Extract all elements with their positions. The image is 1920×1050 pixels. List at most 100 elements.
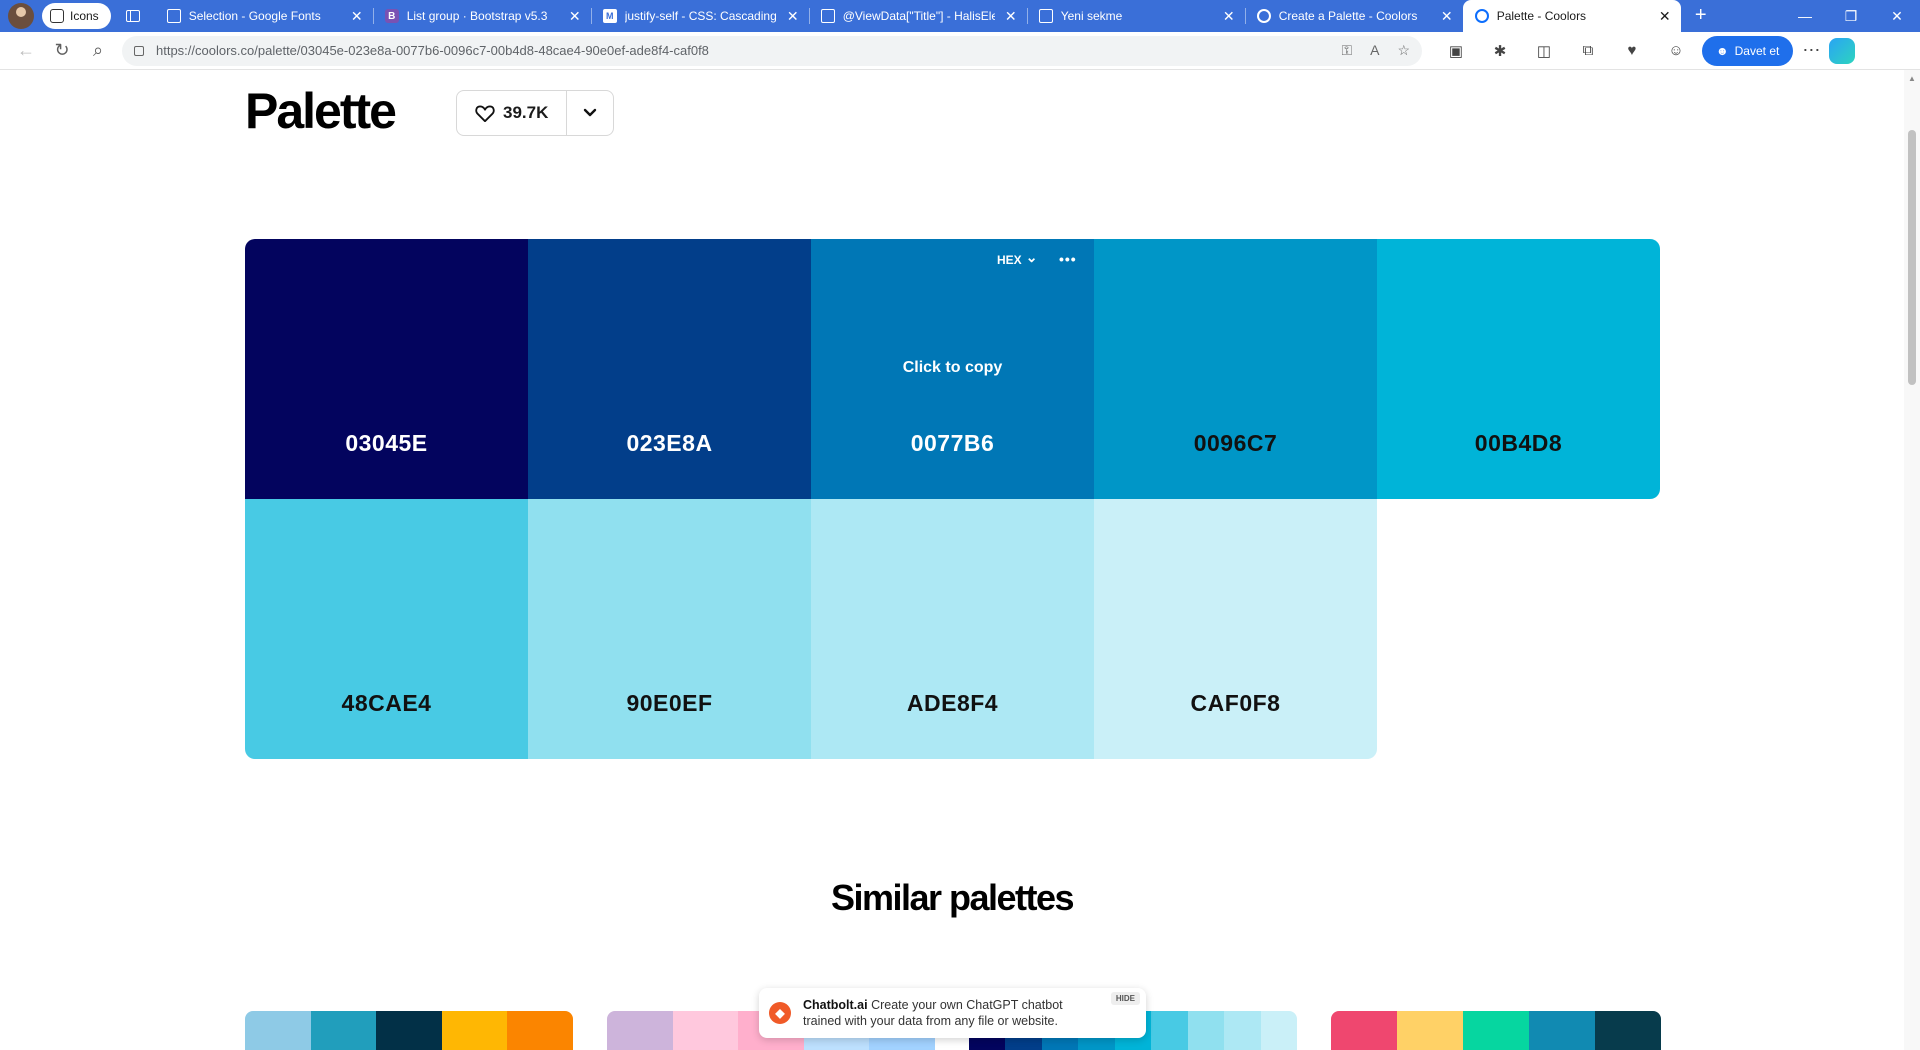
minimize-icon[interactable]: — bbox=[1782, 0, 1828, 32]
close-tab-icon[interactable]: ✕ bbox=[785, 8, 801, 25]
browser-tab[interactable]: Create a Palette - Coolors ✕ bbox=[1244, 0, 1463, 32]
new-tab-button[interactable]: + bbox=[1685, 3, 1717, 29]
page-scrollbar[interactable]: ▲ bbox=[1904, 70, 1920, 1050]
hex-code[interactable]: 48CAE4 bbox=[342, 690, 432, 717]
ad-hide-button[interactable]: HIDE bbox=[1110, 992, 1140, 1005]
profile-avatar[interactable] bbox=[8, 3, 34, 29]
color-format-dropdown[interactable]: HEX ⌄ bbox=[997, 249, 1037, 268]
browser-tab-bar: Icons Selection - Google Fonts ✕ B List gro… bbox=[0, 0, 1920, 32]
collections-icon[interactable]: ⧉ bbox=[1572, 42, 1604, 60]
browser-tab[interactable]: Palette - Coolors ✕ bbox=[1462, 0, 1681, 32]
close-window-icon[interactable]: ✕ bbox=[1874, 0, 1920, 32]
tab-title: Yeni sekme bbox=[1060, 9, 1123, 23]
feedback-icon[interactable]: ☺ bbox=[1660, 42, 1692, 60]
lock-icon[interactable] bbox=[134, 45, 144, 56]
tab-title: @ViewData["Title"] - HalisEle bbox=[842, 9, 995, 23]
hex-code[interactable]: 00B4D8 bbox=[1475, 430, 1562, 457]
back-icon[interactable]: ← bbox=[8, 36, 44, 66]
palette-swatches: 03045E 023E8A 0077B6 HEX ⌄ ••• Click to copy 00… bbox=[245, 239, 1661, 760]
tab-title: justify-self - CSS: Cascading S bbox=[624, 9, 777, 23]
screen-capture-icon[interactable]: ▣ bbox=[1440, 42, 1472, 60]
key-icon[interactable]: ⚿ bbox=[1341, 42, 1352, 59]
window-controls: — ❐ ✕ bbox=[1782, 0, 1920, 32]
close-tab-icon[interactable]: ✕ bbox=[349, 8, 365, 25]
chevron-down-icon bbox=[584, 108, 597, 117]
doc-icon bbox=[166, 9, 181, 23]
tab-title: Selection - Google Fonts bbox=[188, 9, 321, 23]
split-screen-icon[interactable]: ◫ bbox=[1528, 42, 1560, 60]
url-text[interactable]: https://coolors.co/palette/03045e-023e8a… bbox=[156, 43, 709, 58]
color-swatch[interactable]: ADE8F4 bbox=[811, 499, 1094, 759]
browser-tab[interactable]: @ViewData["Title"] - HalisEle ✕ bbox=[808, 0, 1027, 32]
color-swatch[interactable]: 03045E bbox=[245, 239, 528, 499]
scroll-up-arrow-icon[interactable]: ▲ bbox=[1904, 74, 1920, 83]
hex-code[interactable]: 023E8A bbox=[626, 430, 712, 457]
color-swatch[interactable]: 90E0EF bbox=[528, 499, 811, 759]
hex-code[interactable]: ADE8F4 bbox=[907, 690, 998, 717]
copilot-icon[interactable] bbox=[1829, 37, 1856, 64]
color-swatch[interactable]: 00B4D8 bbox=[1377, 239, 1660, 499]
workspaces-label: Icons bbox=[70, 9, 99, 23]
read-aloud-icon[interactable]: A bbox=[1370, 42, 1379, 59]
close-tab-icon[interactable]: ✕ bbox=[1221, 8, 1237, 25]
hex-code[interactable]: 0096C7 bbox=[1194, 430, 1278, 457]
close-tab-icon[interactable]: ✕ bbox=[1003, 8, 1019, 25]
similar-palette-card[interactable] bbox=[245, 1011, 573, 1050]
favorite-star-icon[interactable]: ☆ bbox=[1397, 42, 1410, 59]
search-icon[interactable]: ⌕ bbox=[80, 36, 116, 66]
more-options-icon[interactable]: ••• bbox=[1059, 251, 1077, 267]
color-format-label: HEX bbox=[997, 253, 1022, 267]
color-swatch[interactable]: 48CAE4 bbox=[245, 499, 528, 759]
browser-tab[interactable]: Selection - Google Fonts ✕ bbox=[155, 0, 373, 32]
palette-options-button[interactable] bbox=[567, 91, 613, 135]
similar-palette-color bbox=[1397, 1011, 1463, 1050]
invite-button[interactable]: ☻ Davet et bbox=[1702, 35, 1794, 66]
scrollbar-thumb[interactable] bbox=[1908, 130, 1916, 385]
ad-banner[interactable]: ◆ Chatbolt.ai Create your own ChatGPT ch… bbox=[759, 988, 1146, 1038]
address-bar[interactable]: https://coolors.co/palette/03045e-023e8a… bbox=[122, 35, 1422, 66]
hex-code[interactable]: 90E0EF bbox=[626, 690, 712, 717]
close-tab-icon[interactable]: ✕ bbox=[1657, 8, 1673, 25]
color-swatch[interactable]: 023E8A bbox=[528, 239, 811, 499]
close-tab-icon[interactable]: ✕ bbox=[1439, 8, 1455, 25]
similar-palette-color bbox=[1331, 1011, 1397, 1050]
similar-palette-color bbox=[607, 1011, 673, 1050]
workspaces-icon bbox=[50, 9, 64, 23]
browser-tab[interactable]: B List group · Bootstrap v5.3 ✕ bbox=[372, 0, 591, 32]
browser-toolbar: ← ↻ ⌕ https://coolors.co/palette/03045e-… bbox=[0, 32, 1920, 70]
similar-palette-color bbox=[1595, 1011, 1661, 1050]
similar-palette-color bbox=[245, 1011, 311, 1050]
similar-palette-color bbox=[672, 1011, 739, 1050]
click-to-copy-hint: Click to copy bbox=[902, 359, 1003, 376]
hex-code[interactable]: CAF0F8 bbox=[1191, 690, 1281, 717]
tab-title: Create a Palette - Coolors bbox=[1278, 9, 1418, 23]
color-swatch[interactable]: 0096C7 bbox=[1094, 239, 1377, 499]
chevron-down-icon: ⌄ bbox=[1025, 248, 1038, 265]
page-title: Palette bbox=[245, 83, 397, 139]
similar-palette-color bbox=[1224, 1011, 1261, 1050]
refresh-icon[interactable]: ↻ bbox=[44, 36, 80, 66]
hex-code[interactable]: 03045E bbox=[345, 430, 427, 457]
browser-tab[interactable]: Yeni sekme ✕ bbox=[1026, 0, 1245, 32]
similar-palette-color bbox=[441, 1011, 508, 1050]
like-count: 39.7K bbox=[503, 103, 549, 122]
browser-tab[interactable]: Mjustify-self - CSS: Cascading S ✕ bbox=[590, 0, 809, 32]
tab-actions-button[interactable] bbox=[117, 3, 149, 29]
invite-label: Davet et bbox=[1734, 43, 1780, 58]
restore-icon[interactable]: ❐ bbox=[1828, 0, 1874, 32]
mdn-icon: M bbox=[602, 9, 617, 23]
people-icon: ☻ bbox=[1716, 43, 1729, 58]
swatch-hover-overlay: HEX ⌄ ••• Click to copy bbox=[811, 239, 1094, 499]
more-menu-icon[interactable]: ⋯ bbox=[1793, 40, 1829, 61]
browser-essentials-icon[interactable]: ♥ bbox=[1616, 42, 1648, 60]
color-swatch[interactable]: 0077B6 HEX ⌄ ••• Click to copy bbox=[811, 239, 1094, 499]
extensions-icon[interactable]: ✱ bbox=[1484, 42, 1516, 60]
color-swatch[interactable]: CAF0F8 bbox=[1094, 499, 1377, 759]
doc-icon bbox=[820, 9, 835, 23]
similar-palette-card[interactable] bbox=[1331, 1011, 1661, 1050]
similar-palette-color bbox=[310, 1011, 377, 1050]
like-button[interactable]: 39.7K bbox=[457, 91, 568, 135]
workspaces-button[interactable]: Icons bbox=[42, 3, 111, 29]
similar-palettes-title: Similar palettes bbox=[830, 877, 1075, 918]
close-tab-icon[interactable]: ✕ bbox=[567, 8, 583, 25]
